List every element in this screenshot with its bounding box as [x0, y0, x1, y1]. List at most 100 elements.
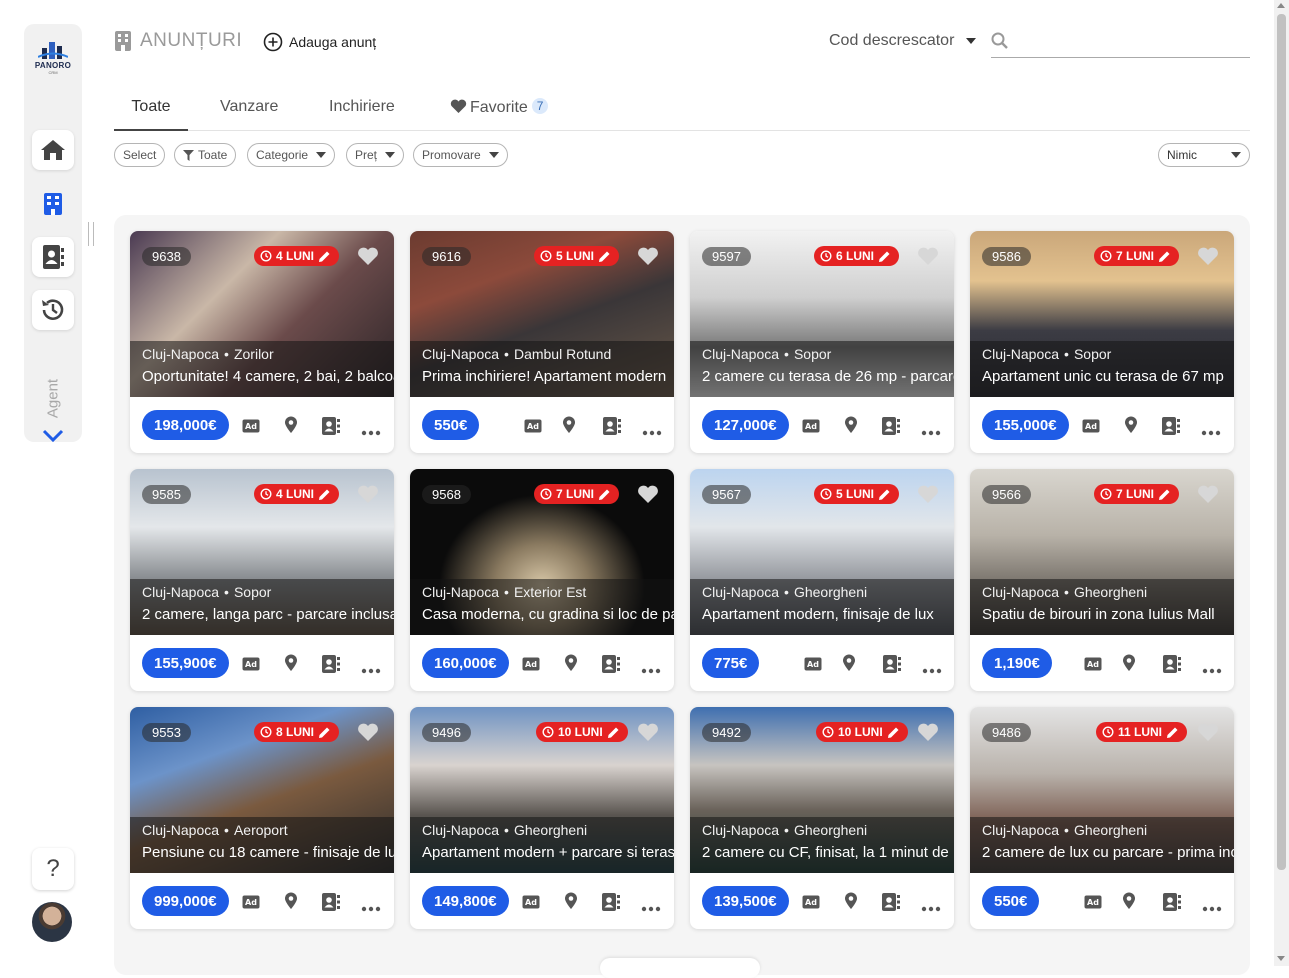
ad-button[interactable]: Ad — [802, 419, 820, 438]
favorite-heart-icon[interactable] — [357, 485, 379, 504]
listing-title[interactable]: Prima inchiriere! Apartament modern — [422, 368, 674, 385]
map-location-button[interactable] — [842, 654, 856, 677]
favorite-heart-icon[interactable] — [637, 485, 659, 504]
panoro-logo[interactable]: PANORO CRM — [24, 40, 82, 75]
edit-icon[interactable] — [878, 488, 891, 501]
edit-icon[interactable] — [318, 726, 331, 739]
favorite-button[interactable] — [357, 247, 379, 271]
scroll-down-arrow[interactable] — [1277, 956, 1285, 961]
promotion-dropdown[interactable]: Promovare — [413, 143, 508, 167]
avatar[interactable] — [32, 902, 72, 942]
tab-favorite[interactable]: Favorite 7 — [450, 98, 549, 131]
tab-inchiriere[interactable]: Inchiriere — [329, 98, 395, 131]
listing-card[interactable]: 9486 11 LUNI Cluj-Napoca • Gheorgheni 2 camer… — [970, 707, 1234, 929]
favorite-heart-icon[interactable] — [917, 485, 939, 504]
chevron-down-icon[interactable] — [41, 428, 65, 449]
more-options-button[interactable] — [361, 661, 381, 679]
contact-owner-button[interactable] — [601, 654, 621, 679]
more-options-button[interactable] — [922, 661, 942, 679]
contact-owner-button[interactable] — [1161, 416, 1181, 441]
sort-select[interactable]: Nimic — [1158, 143, 1250, 167]
listing-title[interactable]: Oportunitate! 4 camere, 2 bai, 2 balcoan… — [142, 368, 394, 385]
map-location-button[interactable] — [564, 654, 578, 677]
favorite-button[interactable] — [357, 485, 379, 509]
favorite-button[interactable] — [1197, 485, 1219, 509]
ad-button[interactable]: Ad — [1084, 895, 1102, 914]
edit-icon[interactable] — [318, 488, 331, 501]
ad-button[interactable]: Ad — [242, 657, 260, 676]
edit-icon[interactable] — [318, 250, 331, 263]
more-options-button[interactable] — [642, 423, 662, 441]
favorite-heart-icon[interactable] — [1197, 247, 1219, 266]
favorite-heart-icon[interactable] — [357, 247, 379, 266]
listing-card[interactable]: 9492 10 LUNI Cluj-Napoca • Gheorgheni 2 camer… — [690, 707, 954, 929]
ad-button[interactable]: Ad — [1082, 419, 1100, 438]
edit-icon[interactable] — [1166, 726, 1179, 739]
listing-title[interactable]: Pensiune cu 18 camere - finisaje de lux — [142, 844, 394, 861]
more-options-button[interactable] — [1202, 661, 1222, 679]
contact-owner-button[interactable] — [881, 416, 901, 441]
more-options-button[interactable] — [641, 661, 661, 679]
more-options-button[interactable] — [361, 423, 381, 441]
ad-button[interactable]: Ad — [1084, 657, 1102, 676]
edit-icon[interactable] — [1158, 250, 1171, 263]
listing-title[interactable]: 2 camere cu CF, finisat, la 1 minut de l… — [702, 844, 954, 861]
sidebar-item-contacts[interactable] — [32, 237, 74, 277]
listing-card[interactable]: 9638 4 LUNI Cluj-Napoca • Zorilor Oportunitat… — [130, 231, 394, 453]
sort-order-dropdown[interactable]: Cod descrescator — [829, 32, 977, 50]
favorite-button[interactable] — [917, 723, 939, 747]
more-options-button[interactable] — [1201, 423, 1221, 441]
listing-card[interactable]: 9553 8 LUNI Cluj-Napoca • Aeroport Pensiune c… — [130, 707, 394, 929]
category-dropdown[interactable]: Categorie — [247, 143, 336, 167]
map-location-button[interactable] — [564, 892, 578, 915]
more-options-button[interactable] — [641, 899, 661, 917]
map-location-button[interactable] — [284, 654, 298, 677]
contact-owner-button[interactable] — [882, 654, 902, 679]
favorite-heart-icon[interactable] — [637, 723, 659, 742]
favorite-heart-icon[interactable] — [357, 723, 379, 742]
scrollbar-thumb[interactable] — [1277, 14, 1286, 870]
listing-title[interactable]: Casa moderna, cu gradina si loc de parca… — [422, 606, 674, 623]
ad-button[interactable]: Ad — [242, 419, 260, 438]
favorite-button[interactable] — [917, 247, 939, 271]
favorite-heart-icon[interactable] — [917, 247, 939, 266]
favorite-button[interactable] — [357, 723, 379, 747]
favorite-button[interactable] — [637, 247, 659, 271]
contact-owner-button[interactable] — [601, 892, 621, 917]
more-options-button[interactable] — [921, 899, 941, 917]
contact-owner-button[interactable] — [321, 416, 341, 441]
edit-icon[interactable] — [598, 488, 611, 501]
agent-toggle[interactable]: Agent — [43, 374, 63, 424]
listing-title[interactable]: Spatiu de birouri in zona Iulius Mall — [982, 606, 1234, 623]
contact-owner-button[interactable] — [321, 654, 341, 679]
price-dropdown[interactable]: Preț — [346, 143, 405, 167]
favorite-button[interactable] — [637, 485, 659, 509]
contact-owner-button[interactable] — [321, 892, 341, 917]
favorite-heart-icon[interactable] — [1197, 485, 1219, 504]
filter-all-button[interactable]: Toate — [174, 143, 237, 167]
map-location-button[interactable] — [844, 892, 858, 915]
more-options-button[interactable] — [921, 423, 941, 441]
listing-card[interactable]: 9568 7 LUNI Cluj-Napoca • Exterior Est Casa m… — [410, 469, 674, 691]
help-button[interactable]: ? — [32, 848, 74, 890]
ad-button[interactable]: Ad — [522, 657, 540, 676]
listing-title[interactable]: Apartament modern, finisaje de lux — [702, 606, 954, 623]
ad-button[interactable]: Ad — [804, 657, 822, 676]
listing-title[interactable]: 2 camere, langa parc - parcare inclusa — [142, 606, 394, 623]
page-scrollbar[interactable] — [1274, 0, 1289, 966]
edit-icon[interactable] — [887, 726, 900, 739]
map-location-button[interactable] — [284, 416, 298, 439]
tab-vanzare[interactable]: Vanzare — [220, 98, 278, 131]
listing-card[interactable]: 9616 5 LUNI Cluj-Napoca • Dambul Rotund Prima… — [410, 231, 674, 453]
map-location-button[interactable] — [1124, 416, 1138, 439]
add-listing-button[interactable]: Adauga anunț — [263, 32, 376, 52]
listing-card[interactable]: 9597 6 LUNI Cluj-Napoca • Sopor 2 camere cu t… — [690, 231, 954, 453]
favorite-button[interactable] — [1197, 723, 1219, 747]
sidebar-resize-handle[interactable] — [88, 222, 94, 246]
map-location-button[interactable] — [284, 892, 298, 915]
ad-button[interactable]: Ad — [524, 419, 542, 438]
map-location-button[interactable] — [562, 416, 576, 439]
map-location-button[interactable] — [1122, 654, 1136, 677]
listing-card[interactable]: 9567 5 LUNI Cluj-Napoca • Gheorgheni Apartame… — [690, 469, 954, 691]
edit-icon[interactable] — [598, 250, 611, 263]
